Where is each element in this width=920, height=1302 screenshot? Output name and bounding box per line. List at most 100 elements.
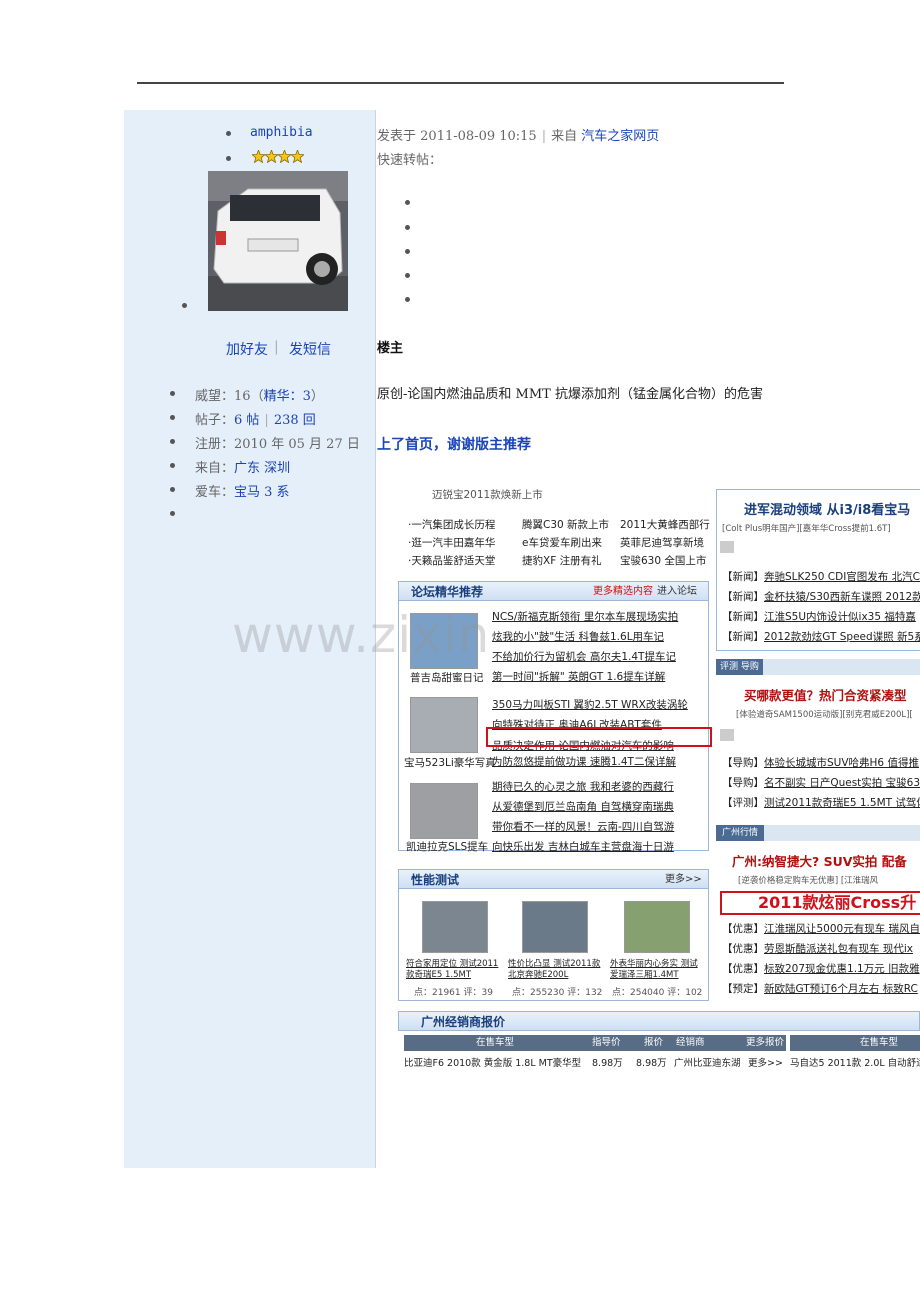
location-link[interactable]: 广东 深圳 [234, 461, 290, 476]
stat-label: 威望： [195, 389, 235, 404]
city-sub[interactable]: [逆袭价格稳定购车无优惠] [江淮瑞风 [738, 874, 878, 886]
posted-label: 发表于 [377, 129, 417, 144]
perf-stats: 点：254040 评：102 [612, 988, 703, 998]
separator: | [274, 339, 279, 355]
forum-link[interactable]: 不给加价行为留机会 高尔夫1.4T提车记 [492, 649, 676, 664]
car-link[interactable]: 宝马 3 系 [234, 485, 290, 500]
deal-item[interactable]: 【优惠】标致207现金优惠1.1万元 旧款雅 [722, 961, 920, 976]
deal-item[interactable]: 【优惠】江淮瑞风让5000元有现车 瑞风自 [722, 921, 920, 936]
essence-link[interactable]: 精华： [264, 389, 303, 404]
guide-sub[interactable]: [体验道奇SAM1500运动版][别克君威E200L][ [736, 708, 913, 720]
forum-link[interactable]: 第一时间"拆解" 英朗GT 1.6提车详解 [492, 669, 665, 684]
car-photo [208, 171, 348, 311]
list-bullet [226, 131, 231, 136]
guide-item[interactable]: 【导购】名不副实 日产Quest实拍 宝骏63 [722, 775, 920, 790]
post-title: 原创-论国内燃油品质和 MMT 抗爆添加剂（锰金属化合物）的危害 [377, 387, 763, 402]
topics-link[interactable]: 6 帖 [234, 413, 259, 428]
replies-link[interactable]: 238 回 [274, 413, 316, 428]
dealer-table-header: 在售车型 指导价 报价 经销商 更多报价 [404, 1035, 786, 1051]
star-icon [265, 150, 278, 163]
deal-item[interactable]: 【优惠】劳恩斯酷派送礼包有现车 现代ix [722, 941, 913, 956]
list-bullet [170, 463, 175, 468]
add-friend-link[interactable]: 加好友 [226, 339, 268, 359]
repost-bullet[interactable] [405, 249, 410, 254]
news-item[interactable]: 【新闻】奔驰SLK250 CDI官图发布 北汽C7 [722, 569, 920, 584]
perf-photo[interactable] [522, 901, 588, 953]
source-link[interactable]: 汽车之家网页 [581, 129, 659, 144]
thumb-photo[interactable] [410, 697, 478, 753]
forum-link[interactable]: 期待已久的心灵之旅 我和老婆的西藏行 [492, 779, 674, 794]
perf-photo[interactable] [422, 901, 488, 953]
list-bullet [226, 156, 231, 161]
guide-item[interactable]: 【导购】体验长城城市SUV哈弗H6 值得推 [722, 755, 919, 770]
deal-item[interactable]: 【预定】新欧陆GT预订6个月左右 标致RC [722, 981, 918, 996]
post-meta: 发表于 2011-08-09 10:15 | 来自 汽车之家网页 [377, 129, 660, 144]
send-message-link[interactable]: 发短信 [289, 339, 331, 359]
tab-review[interactable]: 评测 导购 [716, 659, 763, 675]
promo-line: ·逛一汽丰田嘉年华 e车贷爱车刷出来 英菲尼迪驾享新境 [408, 537, 704, 549]
list-bullet [170, 391, 175, 396]
perf-header: 性能测试 更多>> [398, 869, 709, 889]
essence-count[interactable]: 3 [303, 389, 311, 404]
city-tab-bar: 广州行情 [716, 825, 920, 841]
dealer-row[interactable]: 比亚迪F6 2010款 黄金版 1.8L MT豪华型 8.98万 8.98万 广… [404, 1055, 783, 1069]
thumb-photo[interactable] [410, 613, 478, 669]
news-item[interactable]: 【新闻】2012款劲炫GT Speed谍照 新5系 [722, 629, 920, 644]
forum-link[interactable]: 为防忽悠提前做功课 速腾1.4T二保详解 [492, 754, 676, 769]
news-item[interactable]: 【新闻】江淮S5U内饰设计似ix35 福特嘉 [722, 609, 916, 624]
dealer-header: 广州经销商报价 [398, 1011, 920, 1031]
perf-photo[interactable] [624, 901, 690, 953]
list-bullet [170, 511, 175, 516]
forum-link[interactable]: 350马力叫板STI 翼豹2.5T WRX改装涡轮 [492, 697, 688, 712]
from-label: 来自 [551, 129, 578, 144]
floor-label: 楼主 [377, 341, 404, 356]
news-headline[interactable]: 进军混动领域 从i3/i8看宝马 [744, 499, 910, 518]
highlight-box [486, 727, 712, 747]
stat-label: 来自： [195, 461, 235, 476]
posted-time: 2011-08-09 10:15 [420, 129, 537, 144]
news-sub[interactable]: [Colt Plus明年国产][嘉年华Cross提前1.6T] [722, 522, 891, 534]
thumb-photo[interactable] [410, 783, 478, 839]
repost-bullet[interactable] [405, 200, 410, 205]
news-item[interactable]: 【新闻】金杯扶猿/S30西新车谍照 2012款 [722, 589, 920, 604]
perf-link[interactable]: 性价比凸显 测试2011款北京奔驰E200L [508, 959, 604, 981]
tab-guangzhou[interactable]: 广州行情 [716, 825, 765, 841]
repost-bullet[interactable] [405, 225, 410, 230]
stat-car: 爱车：宝马 3 系 [195, 481, 290, 500]
guide-item[interactable]: 【评测】测试2011款奇瑞E5 1.5MT 试驾体 [722, 795, 920, 810]
top-divider [137, 82, 784, 84]
thumb-caption: 宝马523Li豪华写真 [404, 757, 496, 769]
promo-line: ·一汽集团成长历程 腾翼C30 新款上市 2011大黄蜂西部行 [408, 519, 710, 531]
username-link[interactable]: amphibia [250, 125, 313, 140]
forum-link[interactable]: 带你看不一样的风景！云南-四川自驾游 [492, 819, 674, 834]
perf-stats: 点：21961 评：39 [414, 988, 493, 998]
avatar[interactable] [208, 171, 348, 311]
forum-link[interactable]: 向快乐出发 吉林白城车主营盘海十日游 [492, 839, 674, 854]
forum-link[interactable]: NCS/新福克斯领衔 里尔本车展现场实拍 [492, 609, 678, 624]
repost-bullet[interactable] [405, 273, 410, 278]
dealer-row[interactable]: 马自达5 2011款 2.0L 自动舒适 [790, 1055, 920, 1069]
dealer-right-header: 在售车型 [790, 1035, 920, 1051]
list-bullet [170, 487, 175, 492]
stat-label: 注册： [195, 437, 235, 452]
city-headline[interactable]: 广州:纳智捷大? SUV实拍 配备 [732, 851, 907, 870]
stat-location: 来自：广东 深圳 [195, 457, 290, 476]
rank-stars [252, 150, 304, 163]
stat-reputation: 威望：16（精华：3） [195, 389, 324, 404]
pencil-icon [720, 541, 734, 553]
thumb-caption: 凯迪拉克SLS提车 [406, 841, 489, 853]
promo-line: ·天籁品鉴舒适天堂 捷豹XF 注册有礼 宝骏630 全国上市 [408, 555, 707, 567]
forum-link[interactable]: 炫我的小"鼓"生活 科鲁兹1.6L用车记 [492, 629, 664, 644]
perf-link[interactable]: 外表华丽内心务实 测试爱瑞泽三厢1.4MT [610, 959, 706, 981]
perf-link[interactable]: 符合家用定位 测试2011款奇瑞E5 1.5MT [406, 959, 502, 981]
stat-value: 16 [234, 389, 251, 404]
star-icon [252, 150, 265, 163]
stat-registered: 注册：2010 年 05 月 27 日 [195, 433, 360, 452]
stat-label: 爱车： [195, 485, 235, 500]
forum-link[interactable]: 从爱德堡到厄兰岛南角 自驾横穿南瑞典 [492, 799, 674, 814]
promo-banner[interactable]: 2011款炫丽Cross升 [720, 891, 920, 915]
star-icon [291, 150, 304, 163]
repost-bullet[interactable] [405, 297, 410, 302]
guide-headline[interactable]: 买哪款更值？热门合资紧凑型 [744, 685, 907, 704]
list-bullet [170, 415, 175, 420]
